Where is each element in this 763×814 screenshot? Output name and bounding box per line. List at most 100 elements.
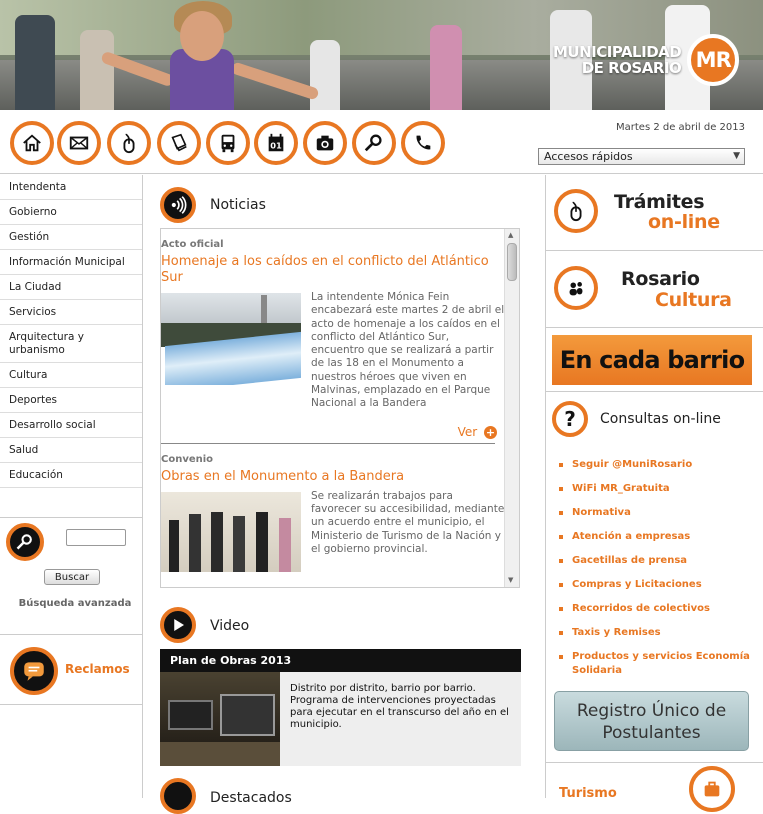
en-cada-barrio-banner[interactable]: En cada barrio xyxy=(552,335,752,385)
banner-person xyxy=(430,25,462,110)
quick-access-select[interactable]: Accesos rápidos ▼ xyxy=(538,148,745,165)
calendar-icon[interactable]: 01 xyxy=(254,121,298,165)
sidebar-item-gestion[interactable]: Gestión xyxy=(0,225,142,250)
home-icon[interactable] xyxy=(10,121,54,165)
video-description: Distrito por distrito, barrio por barrio… xyxy=(280,672,521,766)
toolbar: 01 Martes 2 de abril de 2013 Accesos ráp… xyxy=(0,110,763,174)
rosario-cultura-promo[interactable]: Rosario Cultura xyxy=(546,252,763,328)
scroll-down-icon[interactable]: ▼ xyxy=(508,576,513,584)
video-player[interactable]: Plan de Obras 2013 Distrito por distrito… xyxy=(160,649,521,766)
sidebar-item-informacion-municipal[interactable]: Información Municipal xyxy=(0,250,142,275)
chat-bubble-icon xyxy=(10,647,58,695)
banner-person xyxy=(80,30,114,110)
read-more-label: Ver xyxy=(457,424,478,439)
destacados-section-title: Destacados xyxy=(210,790,292,806)
quick-access-label: Accesos rápidos xyxy=(544,150,633,163)
sidebar-item-servicios[interactable]: Servicios xyxy=(0,300,142,325)
video-section-title: Video xyxy=(210,618,250,634)
chevron-down-icon: ▼ xyxy=(733,151,740,161)
news-summary: Se realizarán trabajos para favorecer su… xyxy=(311,489,505,555)
search-icon xyxy=(6,523,44,561)
news-item: Se realizarán trabajos para favorecer su… xyxy=(161,489,505,572)
sidebar-search: Buscar Búsqueda avanzada xyxy=(0,517,143,635)
scroll-thumb[interactable] xyxy=(507,243,517,281)
news-category: Acto oficial xyxy=(161,239,224,250)
mail-icon[interactable] xyxy=(57,121,101,165)
document-icon[interactable] xyxy=(157,121,201,165)
search-input[interactable] xyxy=(66,529,126,546)
news-feed[interactable]: Acto oficial Homenaje a los caídos en el… xyxy=(160,228,520,588)
cultura-title: Rosario xyxy=(621,268,700,290)
sidebar-item-educacion[interactable]: Educación xyxy=(0,463,142,488)
star-icon xyxy=(160,778,196,814)
news-headline[interactable]: Homenaje a los caídos en el conflicto de… xyxy=(161,254,505,286)
link-taxis[interactable]: Taxis y Remises xyxy=(559,626,759,640)
banner-child xyxy=(100,1,320,110)
sidebar-item-cultura[interactable]: Cultura xyxy=(0,363,142,388)
registro-unico-button[interactable]: Registro Único de Postulantes xyxy=(554,691,749,751)
search-icon[interactable] xyxy=(352,121,396,165)
reclamos-block[interactable]: Reclamos xyxy=(0,635,143,705)
news-scrollbar[interactable]: ▲ ▼ xyxy=(504,229,519,587)
broadcast-icon xyxy=(160,187,196,223)
link-normativa[interactable]: Normativa xyxy=(559,506,759,520)
sidebar-item-deportes[interactable]: Deportes xyxy=(0,388,142,413)
logo-line2: DE ROSARIO xyxy=(581,59,682,77)
search-button[interactable]: Buscar xyxy=(44,569,100,585)
link-seguir-muni-rosario[interactable]: Seguir @MuniRosario xyxy=(559,458,759,472)
sidebar-item-salud[interactable]: Salud xyxy=(0,438,142,463)
banner-person xyxy=(310,40,340,110)
advanced-search-link[interactable]: Búsqueda avanzada xyxy=(0,598,150,610)
logo-mark: MR xyxy=(687,34,740,86)
phone-icon[interactable] xyxy=(401,121,445,165)
tramites-title: Trámites xyxy=(614,191,705,213)
quick-links: Seguir @MuniRosario WiFi MR_Gratuita Nor… xyxy=(559,458,759,688)
tramites-subtitle: on-line xyxy=(648,211,720,233)
video-thumbnail[interactable] xyxy=(160,672,280,766)
sidebar-item-intendenta[interactable]: Intendenta xyxy=(0,175,142,200)
link-gacetillas[interactable]: Gacetillas de prensa xyxy=(559,554,759,568)
news-item: La intendente Mónica Fein encabezará est… xyxy=(161,291,505,411)
calendar-day: 01 xyxy=(270,141,282,151)
logo-line1: MUNICIPALIDAD xyxy=(553,43,682,61)
read-more-link[interactable]: Ver + xyxy=(161,425,505,439)
right-column: Trámites on-line Rosario Cultura En cada… xyxy=(545,175,763,812)
sidebar-item-gobierno[interactable]: Gobierno xyxy=(0,200,142,225)
consultas-title: Consultas on-line xyxy=(600,411,721,427)
link-wifi[interactable]: WiFi MR_Gratuita xyxy=(559,482,759,496)
municipal-logo[interactable]: MUNICIPALIDAD DE ROSARIO MR xyxy=(553,34,740,86)
news-summary: La intendente Mónica Fein encabezará est… xyxy=(311,291,505,410)
play-icon xyxy=(160,607,196,643)
news-section-title: Noticias xyxy=(210,197,266,213)
suitcase-icon xyxy=(689,766,735,812)
mouse-icon[interactable] xyxy=(107,121,151,165)
bus-icon[interactable] xyxy=(206,121,250,165)
banner-person xyxy=(15,15,55,110)
tramites-online-promo[interactable]: Trámites on-line xyxy=(546,175,763,251)
link-recorridos[interactable]: Recorridos de colectivos xyxy=(559,602,759,616)
sidebar-item-la-ciudad[interactable]: La Ciudad xyxy=(0,275,142,300)
news-divider xyxy=(161,442,495,444)
people-icon xyxy=(554,266,598,310)
news-thumbnail[interactable] xyxy=(161,491,301,572)
cultura-subtitle: Cultura xyxy=(655,289,732,311)
reclamos-label[interactable]: Reclamos xyxy=(65,662,130,676)
news-thumbnail[interactable] xyxy=(161,293,301,385)
turismo-label[interactable]: Turismo xyxy=(559,786,617,801)
link-atencion-empresas[interactable]: Atención a empresas xyxy=(559,530,759,544)
sidebar-item-desarrollo-social[interactable]: Desarrollo social xyxy=(0,413,142,438)
camera-icon[interactable] xyxy=(303,121,347,165)
video-clip-title: Plan de Obras 2013 xyxy=(170,654,292,667)
question-icon: ? xyxy=(552,401,588,437)
link-economia-solidaria[interactable]: Productos y servicios Economía Solidaria xyxy=(559,650,759,678)
plus-icon: + xyxy=(484,425,497,439)
left-navigation: Intendenta Gobierno Gestión Información … xyxy=(0,175,143,798)
current-date: Martes 2 de abril de 2013 xyxy=(616,122,745,133)
link-compras[interactable]: Compras y Licitaciones xyxy=(559,578,759,592)
news-category: Convenio xyxy=(161,453,214,465)
news-headline[interactable]: Obras en el Monumento a la Bandera xyxy=(161,469,505,485)
header-banner: MUNICIPALIDAD DE ROSARIO MR xyxy=(0,0,763,110)
sidebar-item-arquitectura[interactable]: Arquitectura y urbanismo xyxy=(0,325,142,363)
scroll-up-icon[interactable]: ▲ xyxy=(508,231,513,239)
mouse-icon xyxy=(554,189,598,233)
